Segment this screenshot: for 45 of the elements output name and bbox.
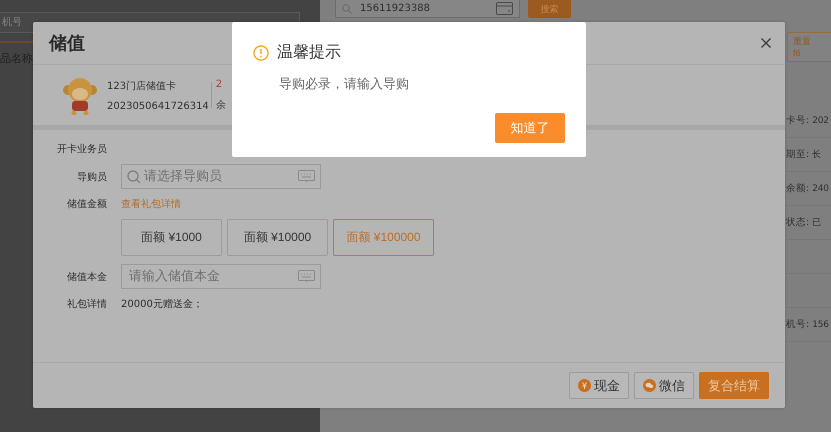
warning-icon	[253, 44, 269, 60]
search-field[interactable]: 15611923388	[335, 0, 520, 18]
balance-amount: 2	[216, 78, 224, 90]
amount-option[interactable]: 面额 ¥100000	[333, 219, 434, 256]
card-icon[interactable]	[496, 2, 513, 15]
search-icon	[342, 4, 352, 14]
amount-option[interactable]: 面额 ¥10000	[227, 219, 328, 256]
info-value: 156	[812, 320, 829, 330]
info-value: 长	[812, 148, 822, 161]
info-value: 240	[812, 184, 829, 194]
search-icon	[127, 170, 141, 184]
keyboard-icon[interactable]	[298, 270, 315, 283]
payment-button[interactable]: 微信	[634, 372, 694, 399]
principal-field[interactable]: 请输入储值本金	[121, 264, 321, 289]
chat-bubble-icon	[643, 379, 656, 392]
alert-title: 温馨提示	[277, 42, 341, 63]
avatar-icon	[61, 75, 99, 115]
field-label: 开卡业务员	[57, 142, 107, 156]
field-label: 储值本金	[67, 270, 107, 284]
info-label: 卡号:	[786, 114, 810, 127]
info-value: 202	[812, 116, 829, 126]
amount-option[interactable]: 面额 ¥1000	[121, 219, 222, 256]
info-label: 期至:	[786, 148, 810, 161]
gift-details-link[interactable]: 查看礼包详情	[121, 197, 181, 211]
card-name: 123门店储值卡	[107, 80, 178, 92]
field-label: 储值金额	[67, 198, 107, 211]
close-icon[interactable]	[761, 38, 771, 48]
card-number: 2023050641726314	[107, 100, 209, 112]
reset-button[interactable]: 重置 f6	[787, 32, 831, 62]
confirm-button[interactable]: 知道了	[495, 113, 565, 143]
alert-message: 导购必录，请输入导购	[279, 76, 410, 93]
gift-details-text: 20000元赠送金；	[121, 298, 203, 311]
field-label: 礼包详情	[67, 298, 107, 311]
yuan-coin-icon	[578, 379, 591, 392]
info-value: 已	[812, 217, 822, 229]
keyboard-icon[interactable]	[298, 170, 315, 183]
payment-button[interactable]: 现金	[569, 372, 629, 399]
checkout-button[interactable]: 复合结算	[699, 372, 769, 399]
info-label: 状态:	[786, 216, 810, 229]
info-label: 余额:	[786, 182, 810, 195]
info-label: 机号:	[786, 318, 810, 331]
balance-label: 余	[216, 98, 226, 112]
guide-search-field[interactable]: 请选择导购员	[121, 164, 321, 189]
field-label: 导购员	[77, 170, 107, 184]
dialog-title: 储值	[49, 32, 85, 55]
